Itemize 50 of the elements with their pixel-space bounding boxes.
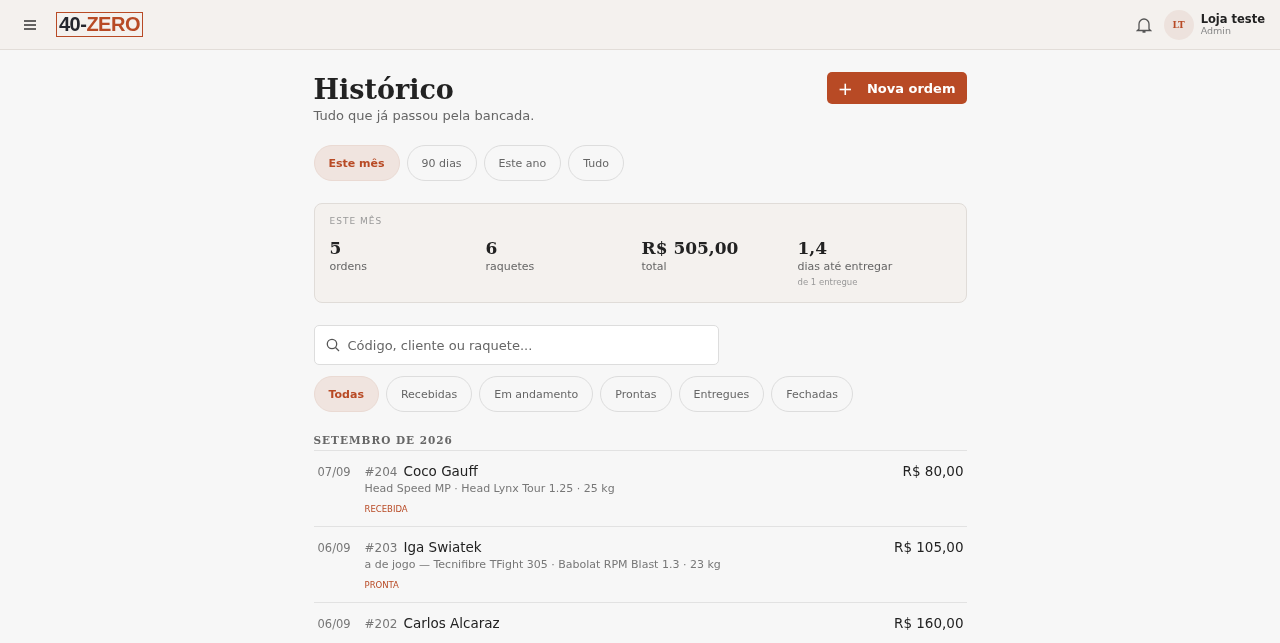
stat-value: 5 bbox=[329, 237, 343, 260]
order-price: R$ 80,00 bbox=[902, 463, 964, 479]
client-name: Coco Gauff bbox=[403, 463, 478, 479]
client-name: Iga Swiatek bbox=[403, 539, 482, 555]
order-date: 06/09 bbox=[317, 540, 352, 555]
status-filter[interactable]: Prontas bbox=[600, 376, 672, 412]
status-filter[interactable]: Todas bbox=[313, 376, 379, 412]
status-filter[interactable]: Em andamento bbox=[479, 376, 594, 412]
order-date: 07/09 bbox=[317, 464, 352, 479]
order-details: a de jogo — Tecnifibre TFight 305 · Babolat RPM Blast 1.3 · 23 kg bbox=[364, 558, 722, 571]
order-date: 06/09 bbox=[317, 616, 352, 631]
stat-label: total bbox=[641, 260, 668, 273]
order-status: PRONTA bbox=[364, 580, 400, 590]
order-row[interactable]: 06/09 #203 Iga Swiatek a de jogo — Tecnifibre TFight 305 · Babolat RPM Blast 1.3 · 23 kg PRONTA R$ 105,00 bbox=[313, 527, 967, 603]
page-subtitle: Tudo que já passou pela bancada. bbox=[313, 108, 535, 123]
month-heading: SETEMBRO DE 2026 bbox=[313, 434, 967, 451]
avatar[interactable]: LT bbox=[1163, 9, 1194, 40]
stat-value: 1,4 bbox=[797, 237, 829, 260]
stat-label: raquetes bbox=[485, 260, 536, 273]
new-order-button[interactable]: + Nova ordem bbox=[826, 72, 967, 104]
stat-value: R$ 505,00 bbox=[641, 237, 740, 260]
stat-value: 6 bbox=[485, 237, 499, 260]
order-code: #202 bbox=[364, 617, 398, 631]
order-row[interactable]: 07/09 #204 Coco Gauff Head Speed MP · Head Lynx Tour 1.25 · 25 kg RECEBIDA R$ 80,00 bbox=[313, 451, 967, 527]
user-name: Loja teste bbox=[1200, 12, 1265, 26]
period-tab[interactable]: Tudo bbox=[568, 145, 625, 181]
stat-label: dias até entregar bbox=[797, 260, 894, 273]
user-role: Admin bbox=[1200, 25, 1232, 37]
stat-note: de 1 entregue bbox=[797, 277, 859, 287]
page-title: Histórico bbox=[313, 73, 455, 107]
client-name: Carlos Alcaraz bbox=[403, 615, 500, 631]
order-details: Head Speed MP · Head Lynx Tour 1.25 · 25 kg bbox=[364, 482, 616, 495]
period-tab[interactable]: Este ano bbox=[483, 145, 562, 181]
period-tab[interactable]: 90 dias bbox=[406, 145, 477, 181]
summary-heading: ESTE MÊS bbox=[329, 216, 384, 226]
bell-icon[interactable] bbox=[1135, 15, 1152, 34]
order-code: #203 bbox=[364, 541, 398, 555]
stat-label: ordens bbox=[329, 260, 368, 273]
menu-icon[interactable] bbox=[24, 19, 36, 30]
status-filter[interactable]: Recebidas bbox=[385, 376, 473, 412]
order-code: #204 bbox=[364, 465, 398, 479]
search-field[interactable]: Código, cliente ou raquete... bbox=[313, 325, 719, 365]
order-status: RECEBIDA bbox=[364, 504, 409, 514]
order-row[interactable]: 06/09 #202 Carlos Alcaraz R$ 160,00 bbox=[313, 603, 967, 643]
status-filter[interactable]: Fechadas bbox=[771, 376, 853, 412]
logo[interactable]: 40-ZERO bbox=[56, 12, 143, 37]
period-tab[interactable]: Este mês bbox=[313, 145, 400, 181]
order-price: R$ 160,00 bbox=[894, 615, 964, 631]
status-filter[interactable]: Entregues bbox=[678, 376, 765, 412]
order-price: R$ 105,00 bbox=[894, 539, 964, 555]
